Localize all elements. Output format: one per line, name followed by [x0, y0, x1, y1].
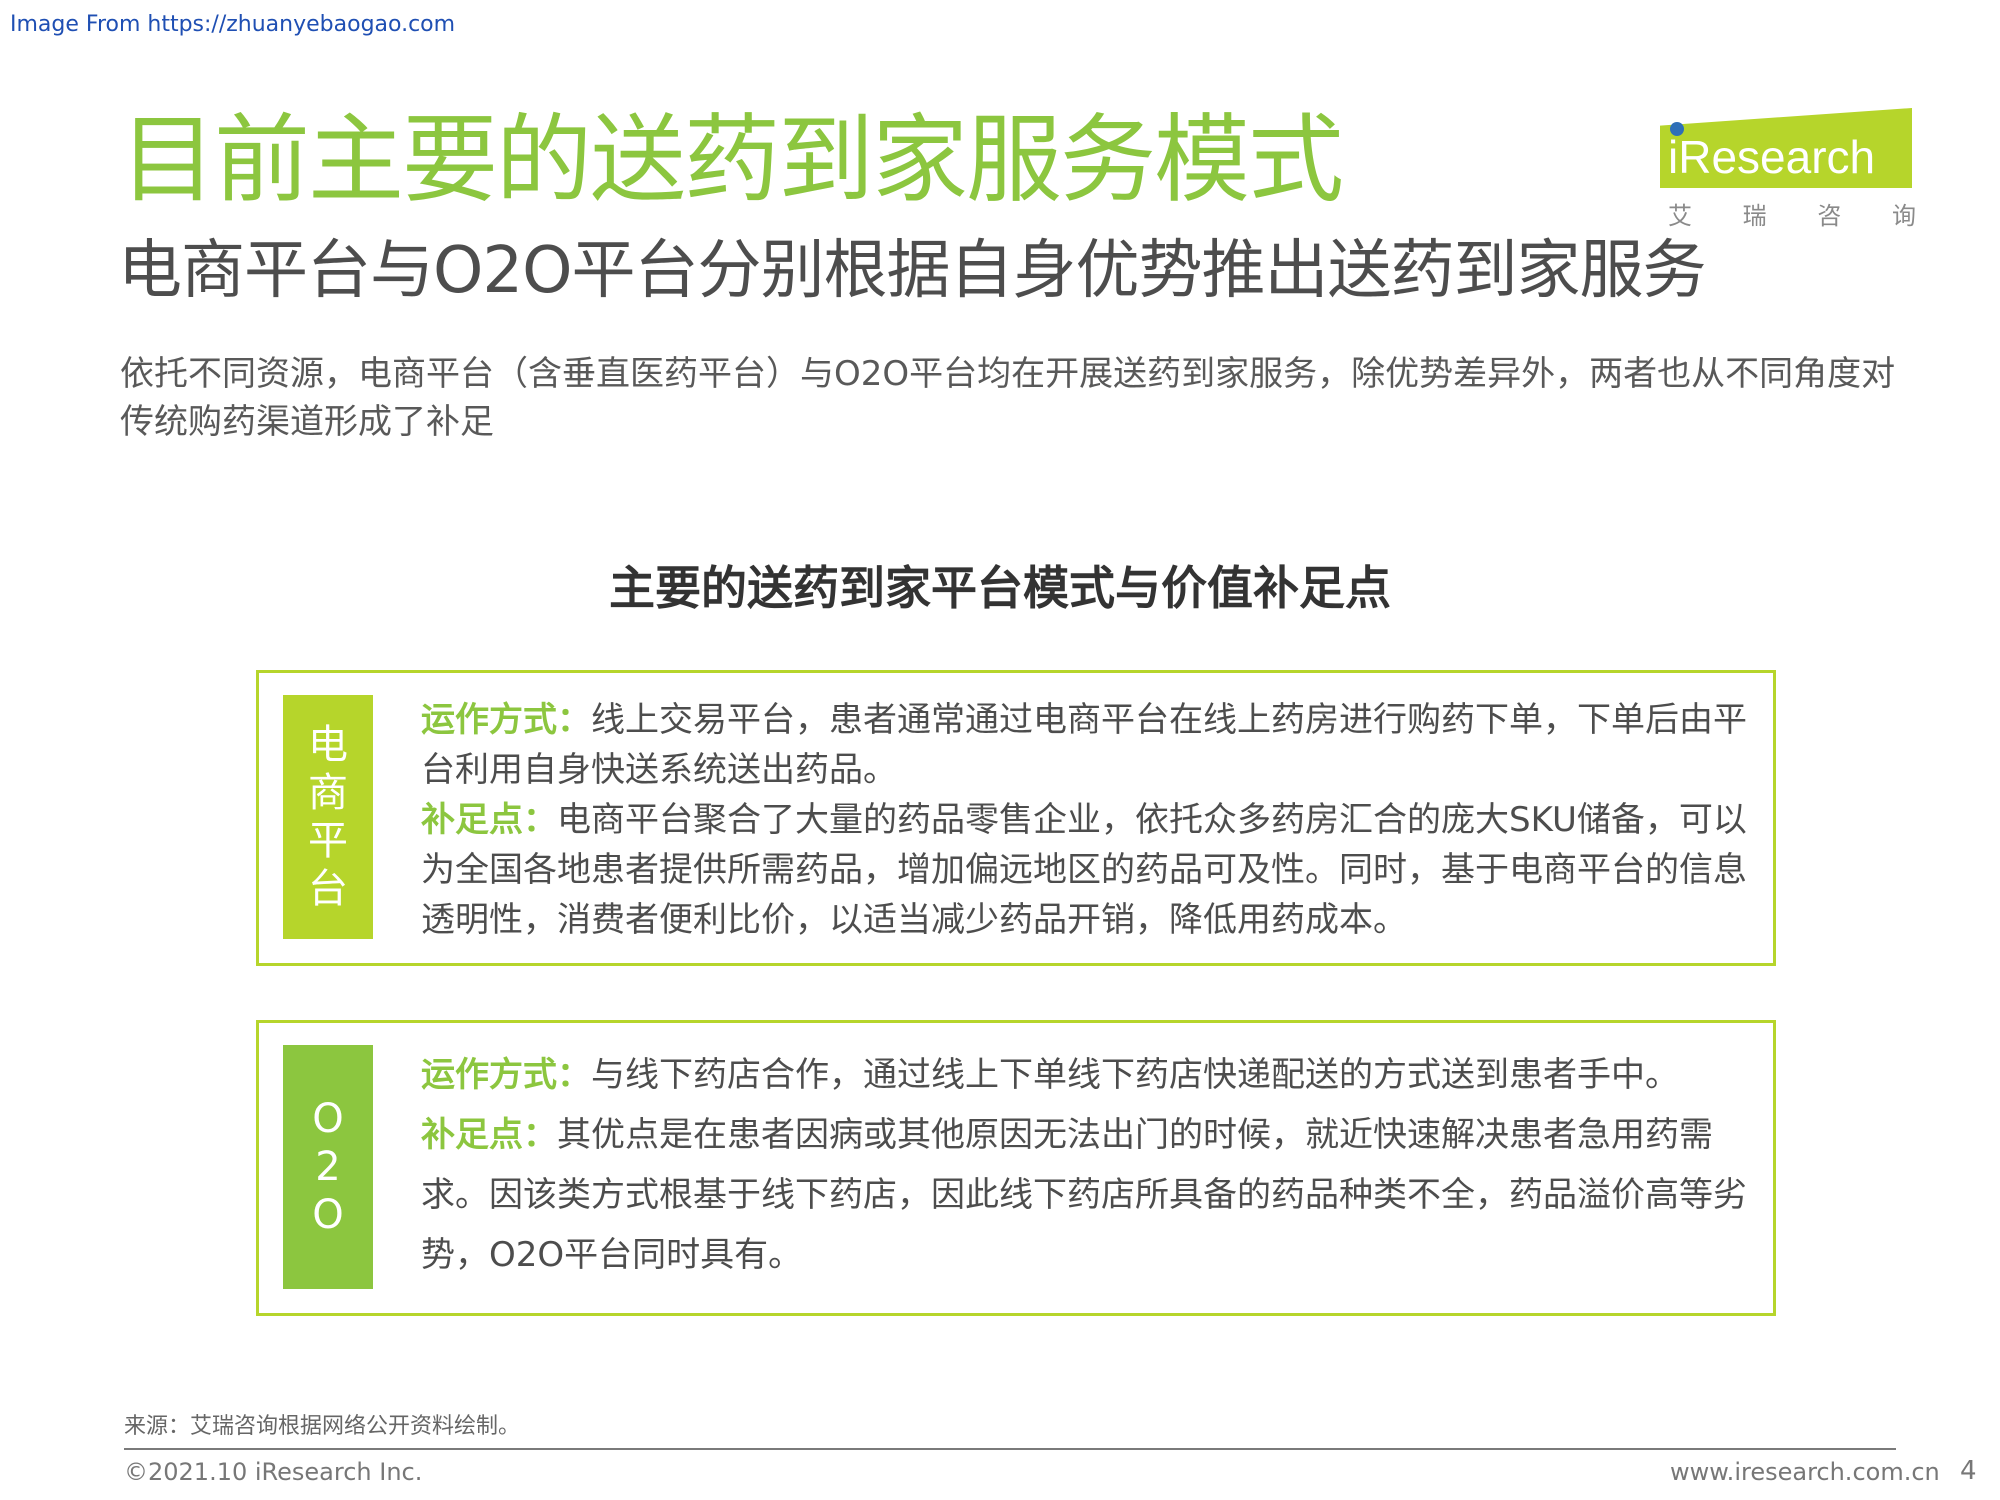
intro-paragraph: 依托不同资源，电商平台（含垂直医药平台）与O2O平台均在开展送药到家服务，除优势… [120, 354, 1896, 442]
copyright: ©2021.10 iResearch Inc. [124, 1458, 423, 1486]
footer-divider [124, 1448, 1896, 1450]
ecommerce-tag: 电 商 平 台 [283, 695, 373, 939]
supplement-label: 补足点： [421, 800, 557, 840]
iresearch-logo: iResearch 艾 瑞 咨 询 [1660, 100, 1920, 230]
operation-label: 运作方式： [421, 700, 591, 740]
tag-char: 商 [308, 770, 348, 816]
logo-sub-char: 瑞 [1742, 202, 1767, 230]
tag-char: O [312, 1096, 344, 1142]
page-number: 4 [1960, 1456, 1977, 1486]
page-title: 目前主要的送药到家服务模式 [120, 104, 1344, 216]
operation-label: 运作方式： [421, 1055, 591, 1095]
tag-char: 电 [308, 722, 348, 768]
operation-text: 线上交易平台，患者通常通过电商平台在线上药房进行购药下单，下单后由平台利用自身快… [421, 700, 1747, 790]
o2o-tag: O 2 O [283, 1045, 373, 1289]
tag-char: 台 [308, 866, 348, 912]
watermark-link[interactable]: Image From https://zhuanyebaogao.com [10, 12, 455, 37]
operation-text: 与线下药店合作，通过线上下单线下药店快递配送的方式送到患者手中。 [591, 1055, 1679, 1095]
logo-sub-char: 艾 [1668, 202, 1692, 230]
supplement-label: 补足点： [421, 1115, 557, 1155]
o2o-card-body: 运作方式：与线下药店合作，通过线上下单线下药店快递配送的方式送到患者手中。 补足… [421, 1045, 1751, 1285]
tag-char: 平 [308, 818, 348, 864]
ecommerce-card-body: 运作方式：线上交易平台，患者通常通过电商平台在线上药房进行购药下单，下单后由平台… [421, 695, 1751, 945]
o2o-card: O 2 O 运作方式：与线下药店合作，通过线上下单线下药店快递配送的方式送到患者… [256, 1020, 1776, 1316]
page-subtitle: 电商平台与O2O平台分别根据自身优势推出送药到家服务 [118, 234, 1706, 308]
ecommerce-card: 电 商 平 台 运作方式：线上交易平台，患者通常通过电商平台在线上药房进行购药下… [256, 670, 1776, 966]
website-link[interactable]: www.iresearch.com.cn [1670, 1458, 1940, 1486]
supplement-text: 其优点是在患者因病或其他原因无法出门的时候，就近快速解决患者急用药需求。因该类方… [421, 1115, 1747, 1275]
logo-brand-text: iResearch [1668, 131, 1876, 183]
logo-sub-char: 咨 [1817, 202, 1842, 230]
operation-paragraph: 运作方式：线上交易平台，患者通常通过电商平台在线上药房进行购药下单，下单后由平台… [421, 695, 1751, 795]
logo-sub-char: 询 [1891, 202, 1916, 230]
source-note: 来源：艾瑞咨询根据网络公开资料绘制。 [124, 1414, 521, 1439]
supplement-paragraph: 补足点：其优点是在患者因病或其他原因无法出门的时候，就近快速解决患者急用药需求。… [421, 1105, 1751, 1285]
logo-subtitle: 艾 瑞 咨 询 [1668, 196, 1916, 231]
tag-char: 2 [315, 1144, 341, 1190]
supplement-text: 电商平台聚合了大量的药品零售企业，依托众多药房汇合的庞大SKU储备，可以为全国各… [421, 800, 1747, 940]
supplement-paragraph: 补足点：电商平台聚合了大量的药品零售企业，依托众多药房汇合的庞大SKU储备，可以… [421, 795, 1751, 945]
operation-paragraph: 运作方式：与线下药店合作，通过线上下单线下药店快递配送的方式送到患者手中。 [421, 1045, 1751, 1105]
tag-char: O [312, 1192, 344, 1238]
section-title: 主要的送药到家平台模式与价值补足点 [609, 561, 1391, 615]
